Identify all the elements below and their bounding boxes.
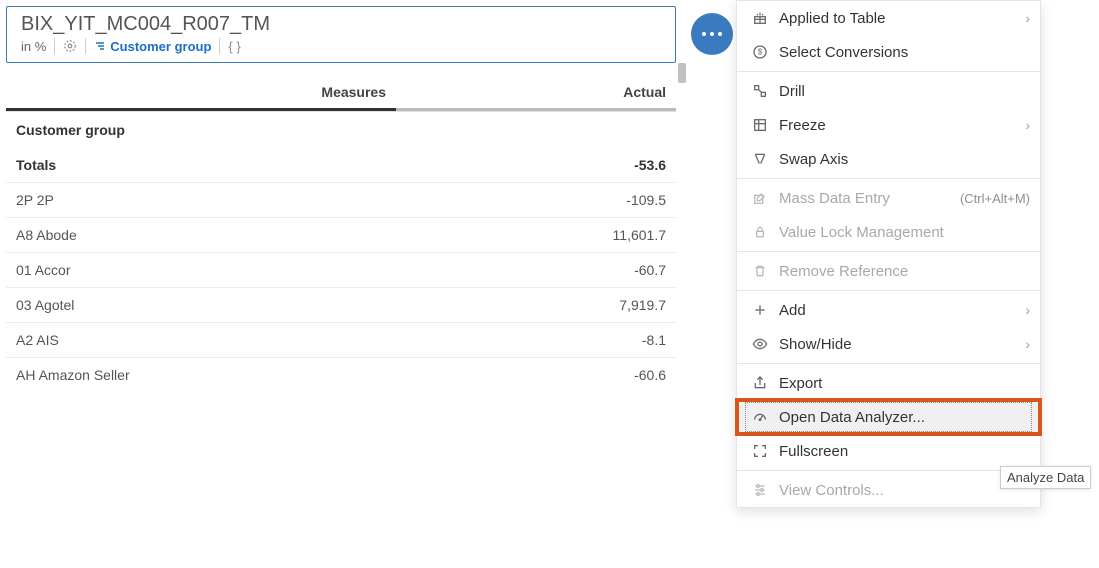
menu-separator — [737, 71, 1040, 72]
row-label: 2P 2P — [16, 192, 386, 208]
row-value: -60.7 — [386, 262, 666, 278]
menu-separator — [737, 290, 1040, 291]
drill-icon — [751, 82, 769, 100]
widget-token-row: in % Customer group { } — [21, 38, 661, 54]
column-header-actual[interactable]: Actual — [396, 76, 676, 111]
sliders-icon — [751, 481, 769, 499]
menu-item-label: Add — [779, 302, 806, 319]
lock-icon — [751, 223, 769, 241]
context-menu: Applied to Table › $ Select Conversions … — [736, 0, 1041, 508]
menu-item-label: View Controls... — [779, 482, 884, 499]
menu-item-fullscreen[interactable]: Fullscreen — [737, 434, 1040, 468]
separator — [85, 38, 86, 54]
menu-separator — [737, 363, 1040, 364]
row-label: A8 Abode — [16, 227, 386, 243]
menu-item-label: Mass Data Entry — [779, 190, 890, 207]
section-header: Customer group — [6, 112, 676, 148]
menu-item-select-conversions[interactable]: $ Select Conversions — [737, 35, 1040, 69]
menu-item-remove-reference: Remove Reference — [737, 254, 1040, 288]
menu-item-drill[interactable]: Drill — [737, 74, 1040, 108]
menu-item-label: Select Conversions — [779, 44, 908, 61]
chevron-right-icon: › — [1025, 302, 1030, 318]
menu-item-label: Value Lock Management — [779, 224, 944, 241]
row-label: 01 Accor — [16, 262, 386, 278]
totals-row[interactable]: Totals -53.6 — [6, 148, 676, 183]
menu-item-freeze[interactable]: Freeze › — [737, 108, 1040, 142]
chevron-right-icon: › — [1025, 336, 1030, 352]
more-actions-button[interactable] — [692, 14, 732, 54]
dimension-link[interactable]: Customer group — [94, 39, 211, 54]
fullscreen-icon — [751, 442, 769, 460]
menu-item-value-lock: Value Lock Management — [737, 215, 1040, 249]
swap-axis-icon — [751, 150, 769, 168]
chevron-right-icon: › — [1025, 10, 1030, 26]
row-value: -53.6 — [386, 157, 666, 173]
menu-item-label: Drill — [779, 83, 805, 100]
row-value: -8.1 — [386, 332, 666, 348]
menu-item-label: Swap Axis — [779, 151, 848, 168]
table-header-row: Measures Actual — [6, 76, 676, 112]
hierarchy-icon — [94, 40, 106, 52]
menu-item-show-hide[interactable]: Show/Hide › — [737, 327, 1040, 361]
gauge-icon — [751, 408, 769, 426]
table-row[interactable]: A8 Abode 11,601.7 — [6, 218, 676, 253]
menu-item-view-controls: View Controls... — [737, 473, 1040, 507]
menu-item-mass-data-entry: Mass Data Entry (Ctrl+Alt+M) — [737, 181, 1040, 215]
table-row[interactable]: AH Amazon Seller -60.6 — [6, 358, 676, 392]
menu-item-open-data-analyzer[interactable]: Open Data Analyzer... — [737, 400, 1040, 434]
table-row[interactable]: 2P 2P -109.5 — [6, 183, 676, 218]
unit-label: in % — [21, 39, 46, 54]
plus-icon — [751, 301, 769, 319]
svg-text:$: $ — [758, 48, 763, 57]
table-row[interactable]: 01 Accor -60.7 — [6, 253, 676, 288]
menu-item-label: Export — [779, 375, 822, 392]
widget-card: BIX_YIT_MC004_R007_TM in % Customer grou… — [6, 6, 676, 63]
row-label: 03 Agotel — [16, 297, 386, 313]
row-value: 7,919.7 — [386, 297, 666, 313]
menu-item-label: Open Data Analyzer... — [779, 409, 925, 426]
menu-item-label: Applied to Table — [779, 10, 885, 27]
menu-item-applied-to-table[interactable]: Applied to Table › — [737, 1, 1040, 35]
row-label: AH Amazon Seller — [16, 367, 386, 383]
menu-item-label: Freeze — [779, 117, 826, 134]
column-header-measures[interactable]: Measures — [6, 76, 396, 111]
table-row[interactable]: 03 Agotel 7,919.7 — [6, 288, 676, 323]
braces-icon[interactable]: { } — [228, 39, 240, 54]
row-label: A2 AIS — [16, 332, 386, 348]
row-value: 11,601.7 — [386, 227, 666, 243]
data-table: Measures Actual Customer group Totals -5… — [6, 76, 676, 392]
row-value: -60.6 — [386, 367, 666, 383]
row-label: Totals — [16, 157, 386, 173]
menu-item-swap-axis[interactable]: Swap Axis — [737, 142, 1040, 176]
tooltip: Analyze Data — [1000, 466, 1091, 489]
freeze-icon — [751, 116, 769, 134]
widget-title: BIX_YIT_MC004_R007_TM — [21, 13, 661, 36]
menu-item-label: Fullscreen — [779, 443, 848, 460]
separator — [219, 38, 220, 54]
eye-icon — [751, 335, 769, 353]
trash-icon — [751, 262, 769, 280]
row-value: -109.5 — [386, 192, 666, 208]
table-icon — [751, 9, 769, 27]
export-icon — [751, 374, 769, 392]
menu-separator — [737, 178, 1040, 179]
menu-item-export[interactable]: Export — [737, 366, 1040, 400]
menu-item-label: Show/Hide — [779, 336, 852, 353]
menu-separator — [737, 470, 1040, 471]
scrollbar-thumb[interactable] — [678, 63, 686, 83]
menu-separator — [737, 251, 1040, 252]
shortcut-hint: (Ctrl+Alt+M) — [960, 191, 1030, 206]
table-row[interactable]: A2 AIS -8.1 — [6, 323, 676, 358]
edit-table-icon — [751, 189, 769, 207]
dimension-name: Customer group — [110, 39, 211, 54]
separator — [54, 38, 55, 54]
chevron-right-icon: › — [1025, 117, 1030, 133]
currency-icon: $ — [751, 43, 769, 61]
menu-item-label: Remove Reference — [779, 263, 908, 280]
menu-item-add[interactable]: Add › — [737, 293, 1040, 327]
model-icon — [63, 39, 77, 53]
